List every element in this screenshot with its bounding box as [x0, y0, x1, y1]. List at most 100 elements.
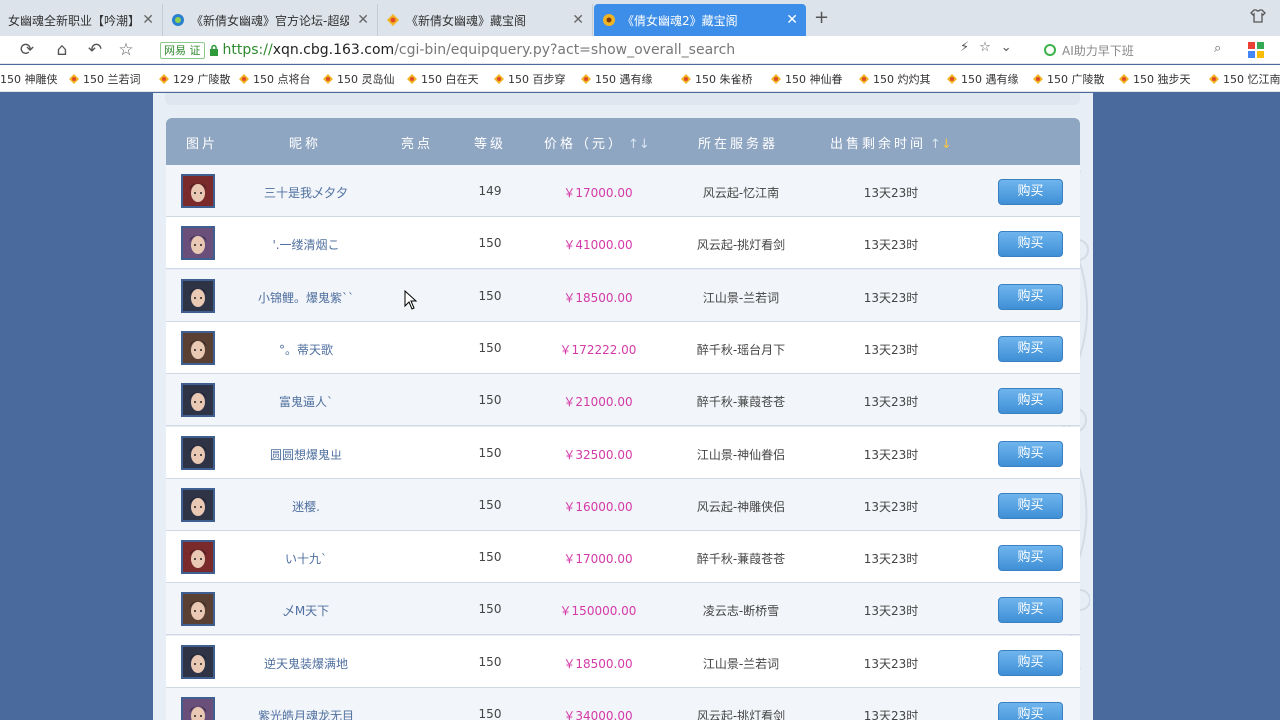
server-cell: 风云起-挑灯看剑	[696, 238, 786, 253]
character-avatar[interactable]	[181, 644, 215, 679]
character-avatar[interactable]	[181, 383, 215, 418]
url-path: /cgi-bin/equipquery.py?act=show_overall_…	[394, 42, 736, 58]
refresh-icon[interactable]: ⟳	[17, 40, 37, 60]
bookmark-label: 150 白在天	[421, 73, 479, 86]
buy-button[interactable]: 购买	[998, 388, 1063, 415]
apps-icon[interactable]	[1248, 42, 1264, 58]
nickname-cell[interactable]: 迷樱.	[236, 498, 376, 515]
close-icon[interactable]: ✕	[357, 12, 369, 28]
character-avatar[interactable]	[181, 540, 215, 575]
character-avatar[interactable]	[181, 278, 215, 313]
nickname-cell[interactable]: '.一缕清烟こ	[236, 236, 376, 253]
tab-3-active[interactable]: 《倩女幽魂2》藏宝阁 ✕	[594, 4, 806, 36]
bookmark-item[interactable]: 150 独步天	[1118, 71, 1191, 87]
bookmark-item[interactable]: 150 灼灼其	[858, 71, 931, 87]
character-portrait-icon	[183, 437, 213, 468]
tab-1[interactable]: 《新倩女幽魂》官方论坛-超级& ✕	[163, 4, 378, 36]
header-nickname: 昵称	[289, 137, 322, 152]
buy-button[interactable]: 购买	[998, 545, 1063, 572]
bookmark-icon	[581, 74, 591, 84]
buy-button[interactable]: 购买	[998, 283, 1063, 310]
character-avatar[interactable]	[181, 435, 215, 470]
buy-button[interactable]: 购买	[998, 492, 1063, 519]
undo-icon[interactable]: ↶	[85, 40, 105, 60]
bookmark-item[interactable]: 150 百步穿	[493, 71, 566, 87]
bookmark-item[interactable]: 150 忆江南	[1208, 71, 1280, 87]
bookmark-label: 150 广陵散	[1047, 73, 1105, 86]
header-remaining[interactable]: 出售剩余时间 ↑↓	[830, 133, 952, 152]
nickname-cell[interactable]: 小锦鲤。爆鬼紫``	[236, 289, 376, 306]
home-icon[interactable]: ⌂	[52, 40, 72, 60]
buy-button[interactable]: 购买	[998, 335, 1063, 362]
bookmark-label: 150 百步穿	[508, 73, 566, 86]
server-cell: 醉千秋-瑶台月下	[696, 342, 786, 357]
buy-button[interactable]: 购买	[998, 649, 1063, 676]
search-engine-icon	[1044, 44, 1056, 56]
nickname-cell[interactable]: 三十是我乄夕夕	[236, 184, 376, 201]
star-icon[interactable]: ☆	[116, 40, 136, 60]
nickname-cell[interactable]: 紫光皓月魂龙无目	[236, 707, 376, 720]
buy-button[interactable]: 购买	[998, 231, 1063, 258]
bookmark-icon	[407, 74, 417, 84]
sort-down-icon[interactable]: ↓	[639, 137, 650, 152]
bookmark-icon	[1209, 74, 1219, 84]
character-avatar[interactable]	[181, 226, 215, 261]
character-avatar[interactable]	[181, 487, 215, 522]
header-price[interactable]: 价格（元） ↑↓	[544, 133, 650, 152]
bookmark-item[interactable]: 150 遇有缘	[580, 71, 653, 87]
character-avatar[interactable]	[181, 174, 215, 208]
server-cell: 风云起-忆江南	[702, 186, 780, 200]
sort-arrows[interactable]: ↑↓	[628, 137, 650, 152]
sort-up-icon[interactable]: ↑	[930, 137, 941, 152]
nickname-cell[interactable]: 乄M天下	[236, 602, 376, 619]
character-avatar[interactable]	[181, 330, 215, 365]
url-text: https://xqn.cbg.163.com/cgi-bin/equipque…	[223, 42, 736, 58]
skin-icon[interactable]	[1250, 8, 1266, 24]
tab-0[interactable]: 女幽魂全新职业【吟潮】上 ✕	[0, 4, 163, 36]
close-icon[interactable]: ✕	[142, 12, 154, 28]
chevron-down-icon[interactable]: ⌄	[1001, 40, 1012, 55]
bookmark-item[interactable]: 150 灵岛仙	[322, 71, 395, 87]
nickname-cell[interactable]: い十九`	[236, 550, 376, 567]
bookmark-item[interactable]: 150 神雕侠	[0, 71, 58, 87]
nickname-cell[interactable]: 圆圆想爆鬼ㄓ	[236, 446, 376, 463]
sort-arrows[interactable]: ↑↓	[930, 137, 952, 152]
character-avatar[interactable]	[181, 592, 215, 627]
buy-button[interactable]: 购买	[998, 597, 1063, 624]
bookmark-item[interactable]: 150 白在天	[406, 71, 479, 87]
bookmark-item[interactable]: 150 兰若词	[68, 71, 141, 87]
sort-up-icon[interactable]: ↑	[628, 137, 639, 152]
price-cell: ￥17000.00	[563, 186, 633, 200]
ai-search-box[interactable]: AI助力早下班	[1044, 40, 1234, 60]
buy-button[interactable]: 购买	[998, 179, 1063, 205]
buy-button[interactable]: 购买	[998, 440, 1063, 467]
close-icon[interactable]: ✕	[572, 12, 584, 28]
character-avatar[interactable]	[181, 697, 215, 720]
buy-button[interactable]: 购买	[998, 702, 1063, 720]
nickname-cell[interactable]: °。蒂天歌	[236, 341, 376, 358]
server-cell: 江山景-神仙眷侣	[696, 447, 786, 462]
remaining-time-cell: 13天23时	[863, 238, 919, 253]
bookmark-item[interactable]: 150 朱雀桥	[680, 71, 753, 87]
address-bar[interactable]: 网易 证 https://xqn.cbg.163.com/cgi-bin/equ…	[160, 38, 1040, 62]
bookmark-item[interactable]: 150 神仙眷	[770, 71, 843, 87]
site-verified-badge[interactable]: 网易 证	[160, 41, 205, 59]
bookmark-item[interactable]: 150 点将台	[238, 71, 311, 87]
search-icon[interactable]: ⌕	[1214, 41, 1221, 56]
nickname-cell[interactable]: 富鬼逼人`	[236, 393, 376, 410]
bookmark-item[interactable]: 129 广陵散	[158, 71, 231, 87]
tab-2[interactable]: 《新倩女幽魂》藏宝阁 ✕	[378, 4, 593, 36]
bookmark-item[interactable]: 150 遇有缘	[946, 71, 1019, 87]
server-cell: 江山景-兰若词	[702, 290, 780, 305]
sort-down-icon-active[interactable]: ↓	[941, 137, 952, 152]
lightning-icon[interactable]: ⚡	[960, 40, 969, 55]
close-icon[interactable]: ✕	[786, 12, 798, 28]
new-tab-button[interactable]: +	[814, 7, 829, 28]
nickname-cell[interactable]: 逆天鬼装爆满地	[236, 655, 376, 672]
level-cell: 150	[478, 340, 502, 355]
bookmark-item[interactable]: 150 广陵散	[1032, 71, 1105, 87]
bookmark-star-icon[interactable]: ☆	[979, 40, 991, 55]
bookmark-label: 150 灵岛仙	[337, 73, 395, 86]
character-portrait-icon	[183, 332, 213, 363]
character-portrait-icon	[183, 228, 213, 259]
